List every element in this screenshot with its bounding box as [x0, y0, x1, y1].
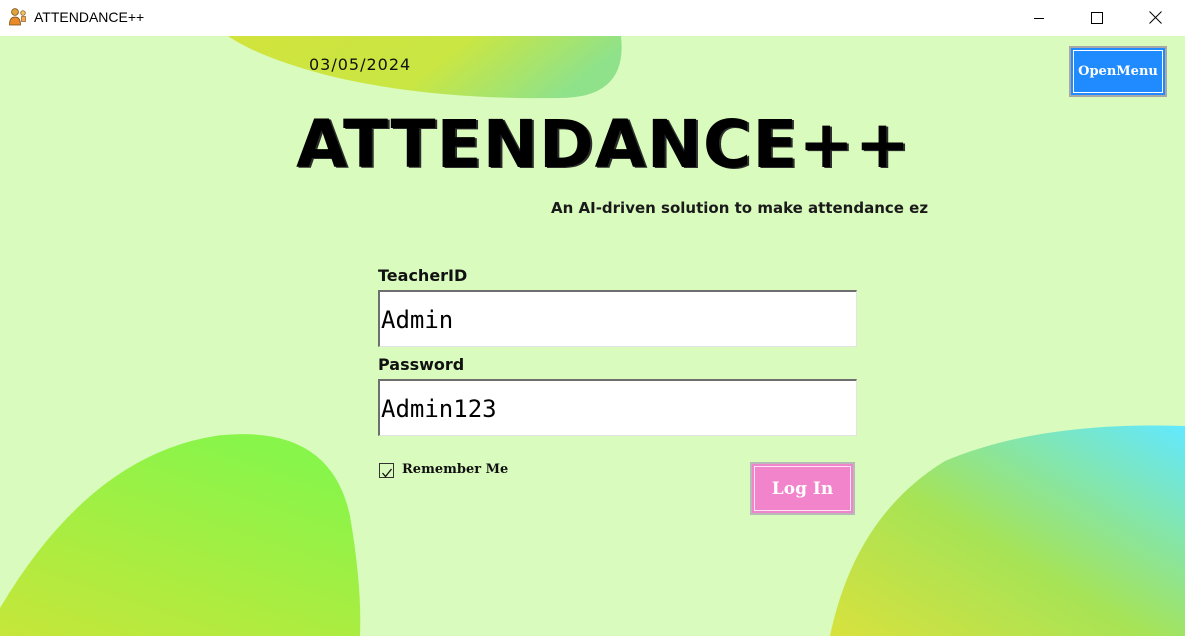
close-icon — [1148, 9, 1162, 28]
title-bar[interactable]: ATTENDANCE++ — [0, 0, 1185, 36]
teacher-id-input[interactable] — [378, 290, 857, 347]
app-window: ATTENDANCE++ 03/05/2024 OpenMenu ATTENDA… — [0, 0, 1185, 638]
minimize-button[interactable] — [1010, 0, 1068, 36]
login-button[interactable]: Log In — [750, 462, 855, 515]
main-panel: 03/05/2024 OpenMenu ATTENDANCE++ An AI-d… — [0, 36, 1185, 636]
app-user-icon — [8, 7, 28, 27]
open-menu-button[interactable]: OpenMenu — [1069, 46, 1167, 97]
open-menu-label: OpenMenu — [1073, 50, 1163, 93]
app-title: ATTENDANCE++ — [296, 106, 912, 183]
maximize-icon — [1091, 9, 1103, 28]
close-button[interactable] — [1126, 0, 1184, 36]
password-input[interactable] — [378, 379, 857, 436]
remember-me-checkbox[interactable] — [379, 463, 394, 478]
minimize-icon — [1033, 9, 1045, 28]
checkmark-icon — [381, 464, 393, 483]
login-button-label: Log In — [754, 466, 851, 511]
bottom-left-decorative-blob — [0, 426, 1, 427]
current-date: 03/05/2024 — [309, 55, 412, 74]
window-title: ATTENDANCE++ — [34, 9, 145, 25]
maximize-button[interactable] — [1068, 0, 1126, 36]
password-label: Password — [378, 355, 465, 374]
tagline: An AI-driven solution to make attendance… — [551, 199, 929, 217]
remember-me-label: Remember Me — [402, 462, 509, 477]
teacher-id-label: TeacherID — [378, 266, 468, 285]
